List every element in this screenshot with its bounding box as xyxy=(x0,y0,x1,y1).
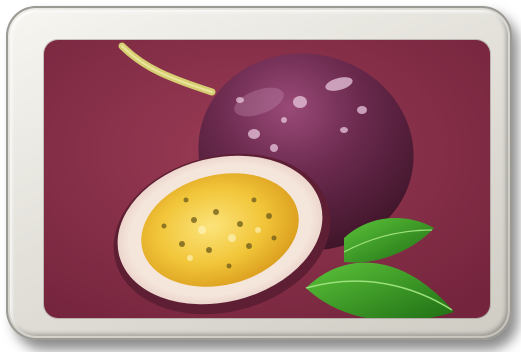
passion-fruit-photo xyxy=(44,40,490,318)
